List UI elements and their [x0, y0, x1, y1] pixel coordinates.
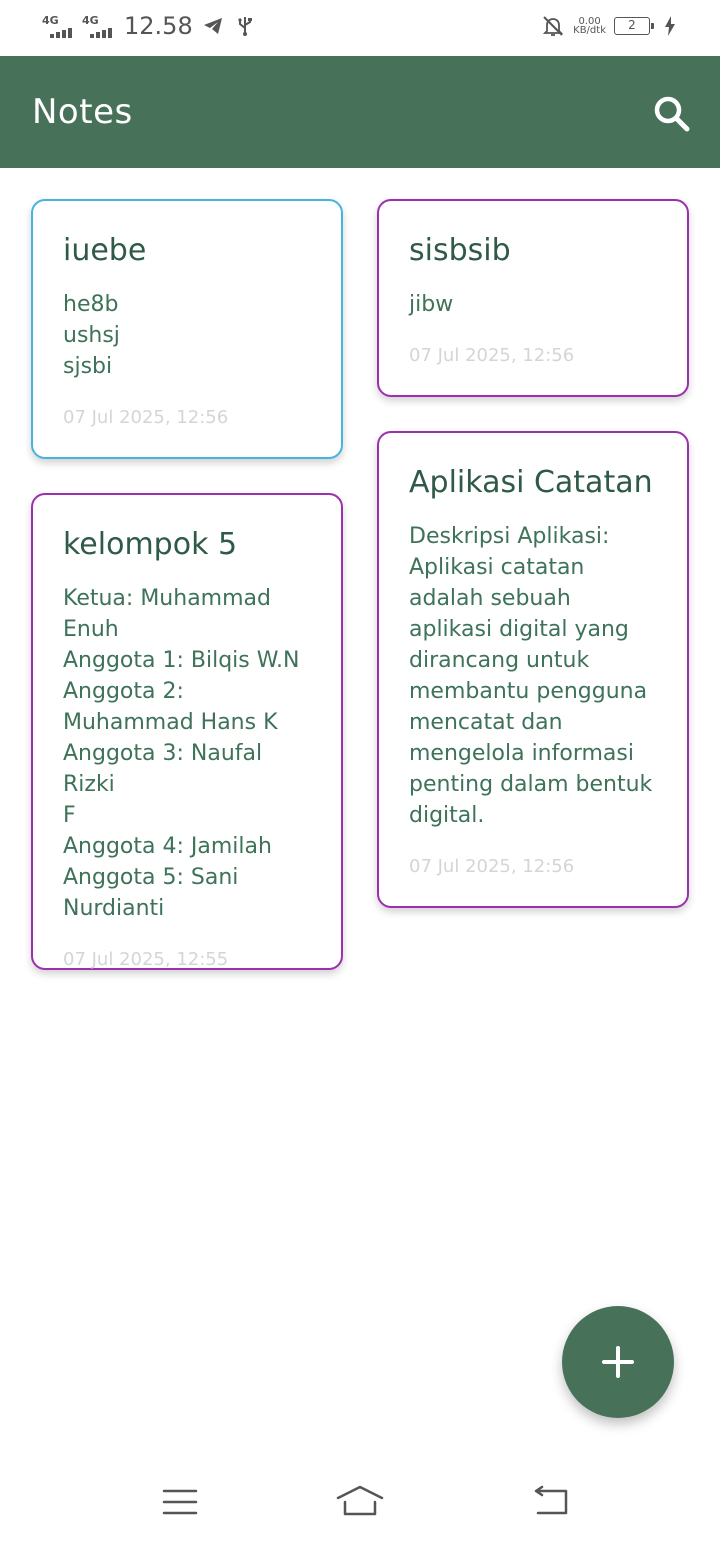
note-title: iuebe	[63, 233, 147, 268]
network-1-label: 4G	[42, 14, 59, 27]
back-button[interactable]	[526, 1480, 574, 1524]
status-time: 12.58	[124, 12, 193, 40]
note-card[interactable]: iuebe he8b ushsj sjsbi 07 Jul 2025, 12:5…	[31, 199, 343, 459]
note-card[interactable]: kelompok 5 Ketua: Muhammad Enuh Anggota …	[31, 493, 343, 970]
network-speed: 0.00 KB/dtk	[573, 17, 606, 36]
note-body: Deskripsi Aplikasi: Aplikasi catatan ada…	[409, 524, 653, 828]
network-2-label: 4G	[82, 14, 99, 27]
app-bar: Notes	[0, 56, 720, 168]
charging-icon	[658, 14, 682, 38]
menu-icon	[162, 1489, 198, 1515]
note-date: 07 Jul 2025, 12:56	[63, 407, 229, 428]
note-body: jibw	[409, 292, 454, 317]
usb-icon	[233, 14, 257, 38]
home-button[interactable]	[336, 1480, 384, 1524]
plus-icon	[602, 1346, 634, 1378]
note-card[interactable]: sisbsib jibw 07 Jul 2025, 12:56	[377, 199, 689, 397]
signal-2-icon: 4G	[82, 12, 114, 40]
note-body: he8b ushsj sjsbi	[63, 292, 120, 379]
page-title: Notes	[32, 92, 133, 132]
menu-button[interactable]	[156, 1480, 204, 1524]
mute-bell-icon	[541, 14, 565, 38]
telegram-icon	[201, 14, 225, 38]
home-icon	[336, 1485, 384, 1516]
search-icon	[654, 96, 690, 132]
status-bar: 4G 4G 12.58 0.00 KB/dtk 2	[0, 0, 720, 56]
note-title: sisbsib	[409, 233, 511, 268]
note-card[interactable]: Aplikasi Catatan Deskripsi Aplikasi: Apl…	[377, 431, 689, 908]
note-body: Ketua: Muhammad Enuh Anggota 1: Bilqis W…	[63, 586, 300, 921]
note-title: kelompok 5	[63, 527, 238, 562]
note-date: 07 Jul 2025, 12:56	[409, 856, 575, 877]
add-note-button[interactable]	[562, 1306, 674, 1418]
speed-unit: KB/dtk	[573, 25, 606, 36]
signal-1-icon: 4G	[42, 12, 74, 40]
note-title: Aplikasi Catatan	[409, 465, 653, 500]
battery-icon: 2	[614, 17, 654, 35]
note-date: 07 Jul 2025, 12:56	[409, 345, 575, 366]
system-nav-bar	[0, 1460, 720, 1544]
battery-level: 2	[628, 18, 636, 32]
back-icon	[534, 1485, 568, 1515]
search-button[interactable]	[648, 90, 696, 138]
note-date: 07 Jul 2025, 12:55	[63, 949, 229, 970]
